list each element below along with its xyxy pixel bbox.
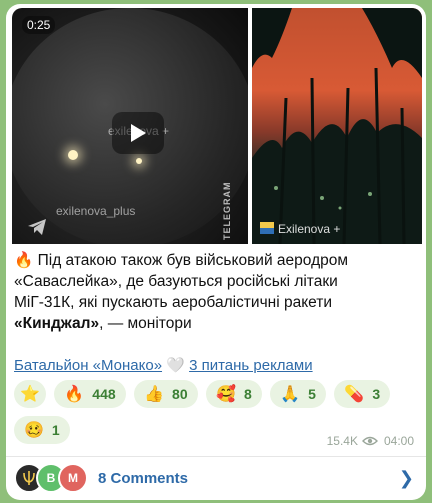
- watermark-bottom: exilenova_plus: [56, 204, 136, 218]
- footer-links: Батальйон «Монако» 🤍 3 питань реклами: [14, 356, 313, 374]
- telegram-side-text: TELEGRAM: [222, 181, 232, 241]
- reaction-fire[interactable]: 🔥 448: [54, 380, 126, 408]
- fire-icon: 🔥: [64, 386, 85, 403]
- view-count: 15.4K: [326, 434, 358, 448]
- caption-line-3: МіГ-31К, які пускають аеробалістичні рак…: [14, 294, 333, 311]
- video-light: [136, 158, 142, 164]
- telegram-logo-icon: [28, 219, 46, 235]
- reaction-smiling-hearts[interactable]: 🥰 8: [206, 380, 262, 408]
- forest-silhouette: [252, 8, 422, 244]
- pray-icon: 🙏: [280, 386, 301, 403]
- woozy-face-icon: 🥴: [24, 422, 44, 439]
- play-icon: [131, 124, 146, 142]
- reaction-woozy[interactable]: 🥴 1: [14, 416, 70, 444]
- fire-emoji: 🔥: [14, 252, 34, 269]
- video-thumbnail[interactable]: 0:25 exilenova + exilenova_plus TELEGRAM: [12, 8, 248, 244]
- reaction-pill[interactable]: 💊 3: [334, 380, 391, 408]
- eye-icon: [361, 436, 378, 446]
- message-card: 0:25 exilenova + exilenova_plus TELEGRAM: [6, 4, 426, 500]
- reaction-star[interactable]: ⭐: [14, 380, 46, 408]
- video-duration: 0:25: [22, 16, 56, 34]
- caption-line-2: «Саваслейка», де базуються російські літ…: [14, 273, 338, 290]
- play-button[interactable]: [112, 112, 164, 154]
- avatar: М: [58, 463, 88, 493]
- chevron-right-icon: ❯: [398, 468, 414, 488]
- pill-icon: 💊: [344, 386, 365, 403]
- ads-link[interactable]: 3 питань реклами: [189, 357, 313, 374]
- comments-label: 8 Comments: [98, 469, 189, 487]
- message-text: 🔥 Під атакою також був військовий аеродр…: [14, 250, 418, 334]
- photo-watermark: Exilenova +: [278, 222, 341, 236]
- reaction-thumbs-up[interactable]: 👍 80: [134, 380, 198, 408]
- heart-icon: 🤍: [166, 357, 185, 374]
- caption-line-4: «Кинджал», — монітори: [14, 315, 192, 332]
- bold-word: «Кинджал»: [14, 315, 100, 332]
- comments-bar[interactable]: В М 8 Comments ❯: [14, 460, 418, 496]
- star-icon: ⭐: [20, 386, 40, 403]
- video-light: [68, 150, 78, 160]
- message-time: 04:00: [383, 434, 414, 448]
- photo-thumbnail[interactable]: Exilenova +: [252, 8, 422, 244]
- thumbs-up-icon: 👍: [144, 386, 165, 403]
- message-meta: 15.4K 04:00: [327, 434, 414, 448]
- smiling-hearts-icon: 🥰: [216, 386, 236, 403]
- caption-line-1: 🔥 Під атакою також був військовий аеродр…: [14, 252, 349, 269]
- reaction-pray[interactable]: 🙏 5: [270, 380, 326, 408]
- divider: [6, 456, 426, 457]
- trident-icon: [23, 471, 35, 485]
- channel-link[interactable]: Батальйон «Монако»: [14, 357, 162, 374]
- media-group: 0:25 exilenova + exilenova_plus TELEGRAM: [6, 4, 426, 244]
